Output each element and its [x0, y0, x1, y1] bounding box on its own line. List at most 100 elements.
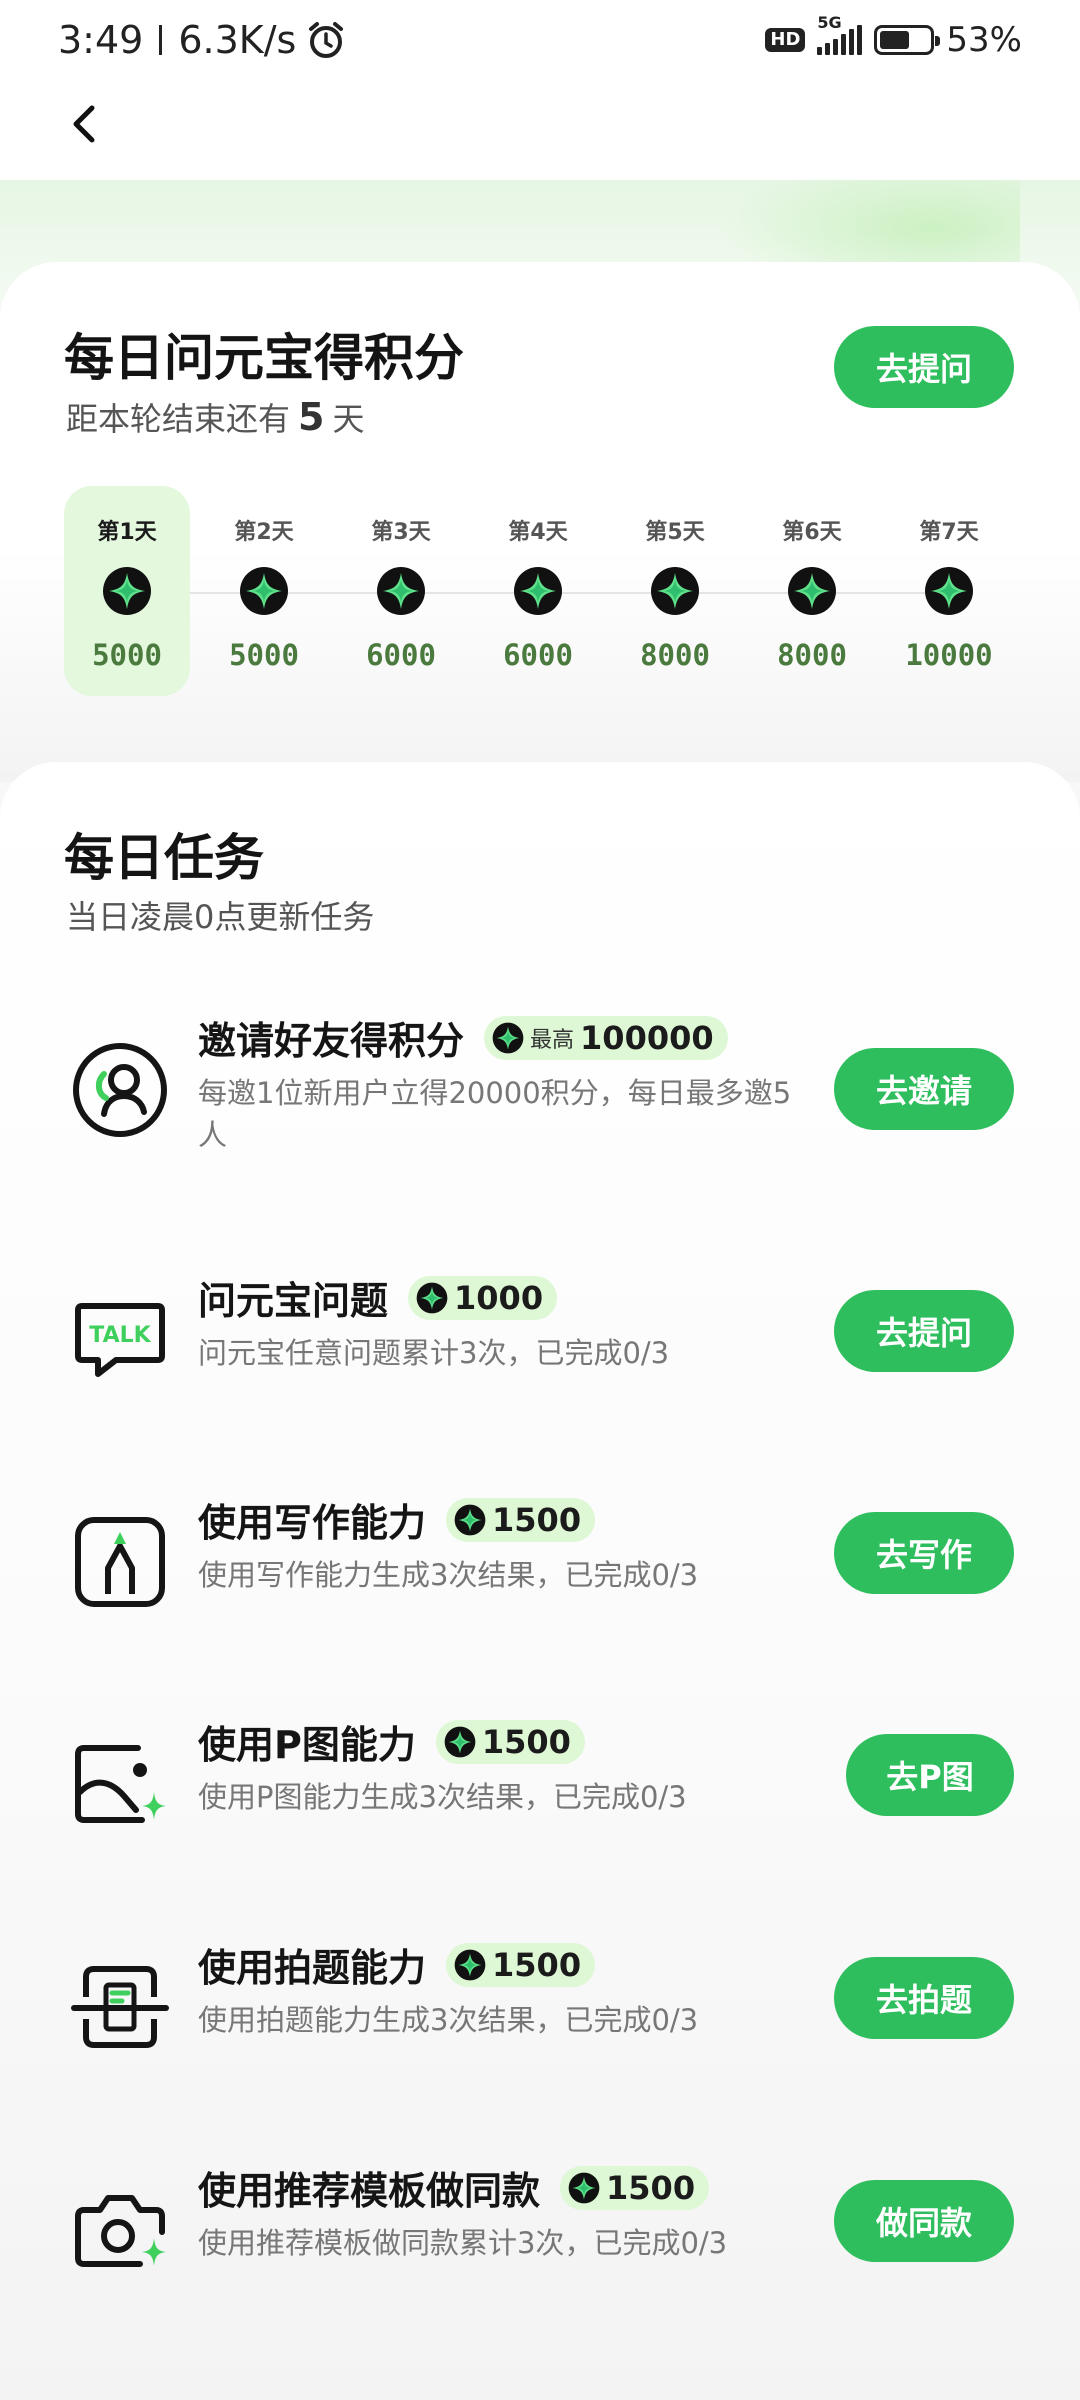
tasks-title: 每日任务 [64, 829, 264, 887]
points-coin-icon [454, 1949, 486, 1981]
battery-fill [880, 31, 910, 49]
reward-badge: 1500 [560, 2165, 710, 2210]
network-type: 5G [817, 13, 842, 32]
battery-percent: 53% [946, 20, 1022, 60]
task-description: 使用推荐模板做同款累计3次，已完成0/3 [198, 2226, 728, 2260]
points-coin-icon [102, 566, 152, 616]
reward-badge: 最高 100000 [484, 1015, 728, 1060]
network-speed: 6.3K/s [178, 18, 297, 62]
svg-text:TALK: TALK [89, 1323, 151, 1348]
day-label: 第1天 [97, 520, 157, 545]
day-points: 6000 [503, 638, 573, 672]
reward-value: 1500 [481, 1722, 571, 1761]
points-coin-icon [787, 566, 837, 616]
task-title-row: 使用P图能力 1500 [198, 1714, 585, 1769]
task-title: 使用P图能力 [198, 1723, 416, 1767]
tasks-subtitle: 当日凌晨0点更新任务 [66, 898, 375, 936]
nav-bar [0, 80, 1080, 180]
task-item: 邀请好友得积分 最高 100000 每邀1位新用户立得20000积分，每日最多邀5人去… [0, 1010, 1080, 1160]
status-divider [159, 25, 163, 55]
points-coin-icon [650, 566, 700, 616]
task-action-button[interactable]: 去邀请 [834, 1048, 1014, 1130]
days-left: 5 [298, 395, 325, 439]
day-label: 第2天 [234, 520, 294, 545]
day-points: 8000 [640, 638, 710, 672]
status-left: 3:49 6.3K/s [58, 18, 346, 62]
task-title-row: 使用写作能力 1500 [198, 1492, 596, 1547]
task-action-button[interactable]: 去提问 [834, 1290, 1014, 1372]
day-label: 第3天 [371, 520, 431, 545]
task-item: 使用推荐模板做同款 1500 使用推荐模板做同款累计3次，已完成0/3 做同款 [0, 2160, 1080, 2310]
day-label: 第4天 [508, 520, 568, 545]
back-button[interactable] [56, 94, 116, 154]
points-coin-icon [444, 1726, 476, 1758]
checkin-day: 第7天 10000 [886, 486, 1012, 696]
checkin-ask-button[interactable]: 去提问 [834, 326, 1014, 408]
task-title: 使用拍题能力 [198, 1946, 427, 1990]
task-title-row: 问元宝问题 1000 [198, 1270, 558, 1325]
reward-prefix: 最高 [530, 1027, 575, 1053]
points-coin-icon [239, 566, 289, 616]
status-bar: 3:49 6.3K/s HD 5G 53% [0, 0, 1080, 80]
checkin-subtitle-prefix: 距本轮结束还有 [66, 400, 291, 438]
task-item: 使用写作能力 1500 使用写作能力生成3次结果，已完成0/3 去写作 [0, 1492, 1080, 1642]
checkin-day: 第1天 5000 [64, 486, 190, 696]
checkin-day: 第5天 8000 [612, 486, 738, 696]
hd-badge: HD [765, 28, 806, 52]
day-points: 5000 [92, 638, 162, 672]
checkin-title: 每日问元宝得积分 [64, 329, 464, 387]
reward-value: 100000 [580, 1018, 714, 1057]
image-edit-icon [70, 1734, 170, 1834]
checkin-day: 第6天 8000 [749, 486, 875, 696]
task-title: 邀请好友得积分 [198, 1019, 465, 1063]
checkin-day: 第3天 6000 [338, 486, 464, 696]
reward-badge: 1500 [435, 1719, 585, 1764]
task-title: 使用推荐模板做同款 [198, 2169, 541, 2213]
day-label: 第7天 [919, 520, 979, 545]
task-description: 使用写作能力生成3次结果，已完成0/3 [198, 1558, 699, 1592]
task-description: 使用拍题能力生成3次结果，已完成0/3 [198, 2003, 699, 2037]
reward-badge: 1500 [446, 1942, 596, 1987]
status-right: HD 5G 53% [765, 13, 1022, 60]
reward-badge: 1500 [446, 1497, 596, 1542]
checkin-subtitle: 距本轮结束还有 5 天 [66, 394, 364, 440]
task-item: 使用拍题能力 1500 使用拍题能力生成3次结果，已完成0/3 去拍题 [0, 1937, 1080, 2087]
reward-value: 1000 [454, 1278, 544, 1317]
points-coin-icon [376, 566, 426, 616]
points-coin-icon [513, 566, 563, 616]
points-coin-icon [924, 566, 974, 616]
day-points: 10000 [905, 638, 993, 672]
task-description: 每邀1位新用户立得20000积分，每日最多邀5人 [198, 1076, 792, 1152]
points-coin-icon [416, 1282, 448, 1314]
reward-value: 1500 [492, 1500, 582, 1539]
task-action-button[interactable]: 做同款 [834, 2180, 1014, 2262]
invite-friend-icon [70, 1040, 170, 1140]
task-action-button[interactable]: 去拍题 [834, 1957, 1014, 2039]
talk-bubble-icon: TALK [70, 1290, 170, 1390]
writing-icon [70, 1512, 170, 1612]
points-coin-icon [454, 1504, 486, 1536]
day-points: 5000 [229, 638, 299, 672]
checkin-day: 第2天 5000 [201, 486, 327, 696]
task-title: 问元宝问题 [198, 1279, 389, 1323]
task-title-row: 邀请好友得积分 最高 100000 [198, 1010, 728, 1065]
task-description: 问元宝任意问题累计3次，已完成0/3 [198, 1336, 670, 1370]
day-points: 8000 [777, 638, 847, 672]
task-action-button[interactable]: 去P图 [846, 1734, 1014, 1816]
points-coin-icon [568, 2172, 600, 2204]
back-arrow-icon [73, 105, 95, 143]
task-item: TALK 问元宝问题 1000 问元宝任意问题累计3次，已完成0/3 去提问 [0, 1270, 1080, 1420]
checkin-days: 第1天 5000 第2天 5000 第3天 6000 第4天 6000 第5天 8000 第6天 80… [64, 486, 1016, 696]
reward-value: 1500 [606, 2168, 696, 2207]
battery-icon [874, 25, 941, 55]
task-action-button[interactable]: 去写作 [834, 1512, 1014, 1594]
day-points: 6000 [366, 638, 436, 672]
checkin-subtitle-suffix: 天 [332, 400, 365, 438]
alarm-icon [306, 20, 346, 60]
points-coin-icon [492, 1022, 524, 1054]
task-title-row: 使用推荐模板做同款 1500 [198, 2160, 710, 2215]
task-title-row: 使用拍题能力 1500 [198, 1937, 596, 1992]
checkin-day: 第4天 6000 [475, 486, 601, 696]
day-label: 第6天 [782, 520, 842, 545]
signal-icon: 5G [817, 13, 863, 55]
